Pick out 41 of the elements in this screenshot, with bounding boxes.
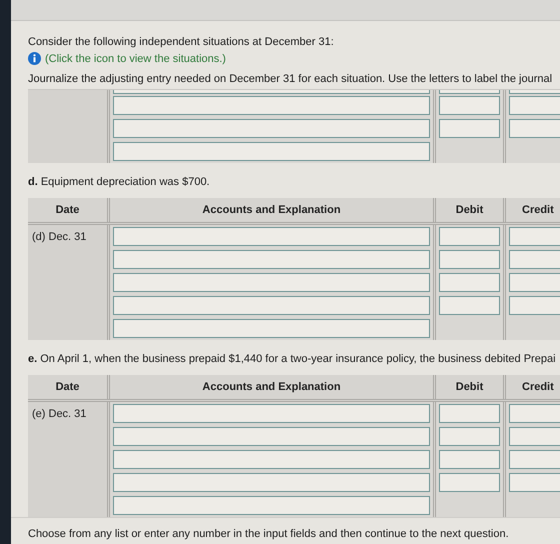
- info-icon[interactable]: [28, 52, 41, 65]
- entry-date: (e) Dec. 31: [28, 402, 110, 517]
- situations-link[interactable]: (Click the icon to view the situations.): [45, 52, 226, 64]
- debit-field[interactable]: [439, 404, 500, 423]
- account-field[interactable]: [113, 450, 430, 469]
- debit-field[interactable]: [439, 119, 500, 138]
- column-header: Accounts and Explanation: [110, 375, 436, 399]
- debit-field[interactable]: [439, 273, 500, 292]
- question-heading: Consider the following independent situations at December 31:: [28, 35, 335, 49]
- column-header: Credit: [506, 375, 560, 399]
- column-header: Credit: [506, 198, 560, 222]
- debit-field[interactable]: [439, 450, 500, 469]
- account-field[interactable]: [113, 96, 430, 115]
- debit-field[interactable]: [439, 96, 500, 115]
- account-field[interactable]: [113, 404, 430, 423]
- debit-field[interactable]: [439, 296, 500, 315]
- account-field[interactable]: [113, 90, 430, 94]
- account-field[interactable]: [113, 273, 430, 292]
- account-field[interactable]: [113, 250, 430, 269]
- account-field[interactable]: [113, 427, 430, 446]
- column-header: Debit: [436, 375, 506, 399]
- debit-field[interactable]: [439, 250, 500, 269]
- debit-field[interactable]: [439, 427, 500, 446]
- account-field[interactable]: [113, 473, 430, 492]
- debit-field[interactable]: [439, 227, 500, 246]
- account-field[interactable]: [113, 227, 430, 246]
- column-header: Date: [28, 375, 110, 399]
- situation-text: d. Equipment depreciation was $700.: [28, 175, 211, 189]
- account-field[interactable]: [113, 496, 430, 515]
- account-field[interactable]: [113, 142, 430, 161]
- account-field[interactable]: [113, 319, 430, 338]
- entry-date: (d) Dec. 31: [28, 225, 110, 340]
- column-header: Accounts and Explanation: [110, 198, 436, 222]
- footer-text: Choose from any list or enter any number in the input fields and then continue to the next question.: [11, 517, 560, 544]
- situation-text: e. On April 1, when the business prepaid $1,440 for a two-year insurance policy, the business debited Prepai: [28, 352, 557, 366]
- column-header: Date: [28, 198, 110, 222]
- debit-field[interactable]: [439, 473, 500, 492]
- debit-field[interactable]: [439, 90, 500, 94]
- account-field[interactable]: [113, 296, 430, 315]
- column-header: Debit: [436, 198, 506, 222]
- account-field[interactable]: [113, 119, 430, 138]
